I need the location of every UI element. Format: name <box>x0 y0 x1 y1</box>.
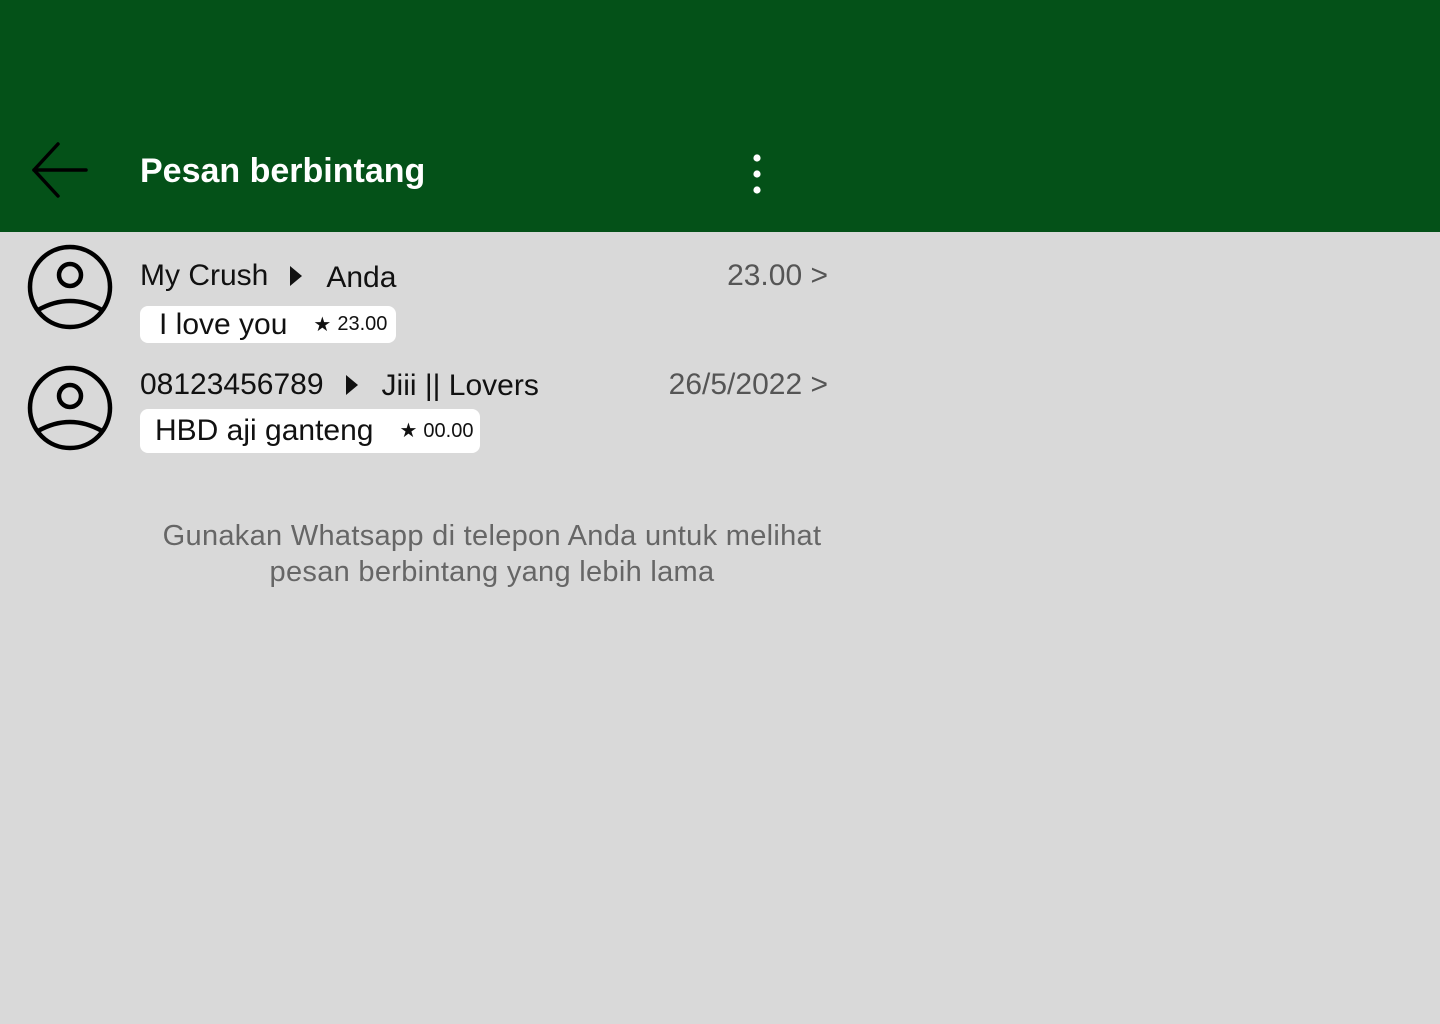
caret-right-icon <box>345 375 358 395</box>
back-button[interactable] <box>28 140 92 204</box>
star-icon: ★ <box>313 313 332 336</box>
starred-message[interactable]: 08123456789 Jiii || Lovers 26/5/2022 > H… <box>0 365 860 457</box>
message-route: 08123456789 Jiii || Lovers <box>140 367 539 403</box>
older-messages-note: Gunakan Whatsapp di telepon Anda untuk m… <box>130 518 854 590</box>
message-text: HBD aji ganteng <box>155 414 374 447</box>
message-time-link[interactable]: 26/5/2022 > <box>669 367 828 403</box>
message-bubble[interactable]: I love you ★ 23.00 <box>140 306 397 343</box>
message-meta: ★ 00.00 <box>399 420 473 443</box>
sender-name: 08123456789 <box>140 368 324 401</box>
avatar[interactable] <box>27 244 113 330</box>
message-time: 00.00 <box>423 419 474 442</box>
sender-name: My Crush <box>140 259 269 292</box>
message-time: 23.00 <box>337 313 388 335</box>
message-time-link[interactable]: 23.00 > <box>727 258 828 294</box>
recipient-name: Anda <box>326 261 397 294</box>
more-options-button[interactable] <box>737 150 777 198</box>
starred-message[interactable]: My Crush Anda 23.00 > I love you ★ 23.00 <box>0 244 860 348</box>
star-icon: ★ <box>399 420 418 442</box>
more-vert-icon <box>737 150 777 198</box>
page-title: Pesan berbintang <box>140 152 426 190</box>
message-text: I love you <box>159 307 288 341</box>
app-bar: Pesan berbintang <box>0 0 1440 232</box>
user-icon <box>27 244 113 330</box>
message-meta: ★ 23.00 <box>313 313 387 336</box>
message-bubble[interactable]: HBD aji ganteng ★ 00.00 <box>140 409 481 453</box>
arrow-left-icon <box>28 140 92 204</box>
avatar[interactable] <box>27 365 113 451</box>
caret-right-icon <box>290 266 303 286</box>
note-line-2: pesan berbintang yang lebih lama <box>269 556 715 588</box>
user-icon <box>27 365 113 451</box>
note-line-1: Gunakan Whatsapp di telepon Anda untuk m… <box>162 520 822 552</box>
recipient-name: Jiii || Lovers <box>381 369 539 402</box>
message-route: My Crush Anda <box>140 258 396 294</box>
